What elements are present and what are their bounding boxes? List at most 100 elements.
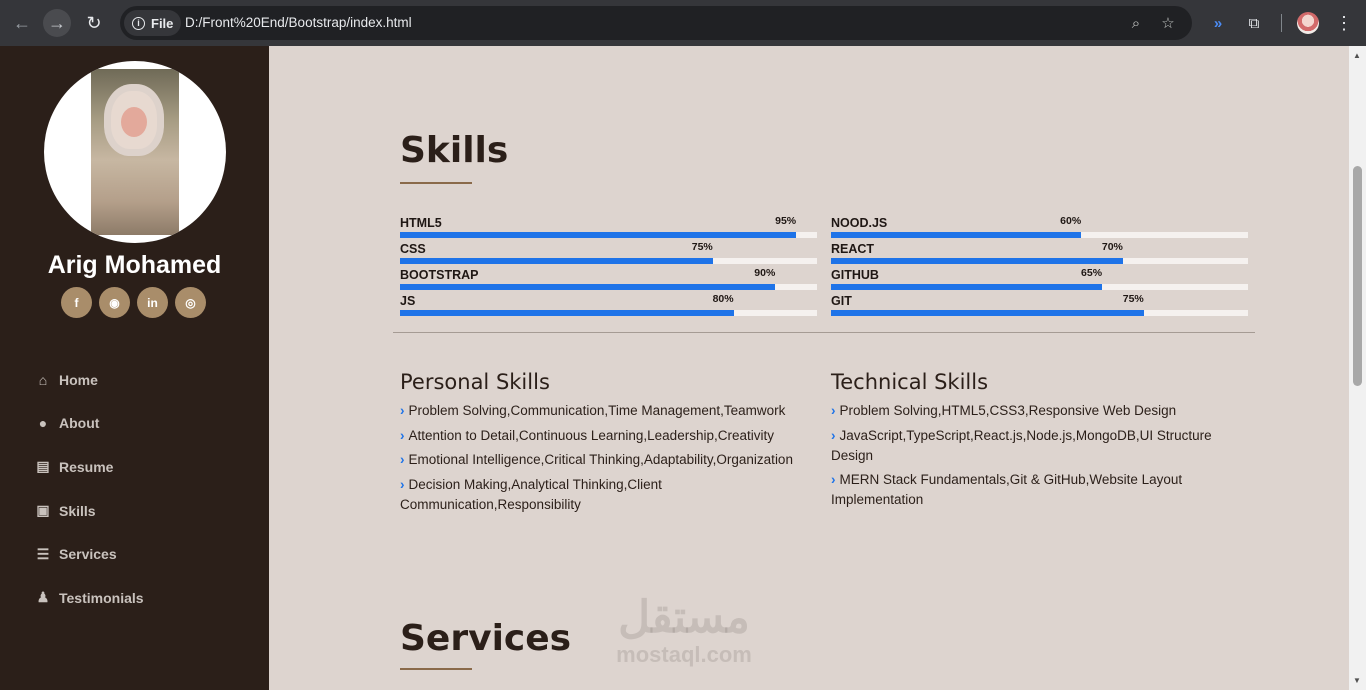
progress-fill (400, 284, 776, 290)
chevron-right-icon: › (400, 452, 405, 467)
profile-avatar[interactable] (1297, 12, 1319, 34)
browser-menu-icon[interactable]: ⋮ (1333, 12, 1355, 34)
progress-fill (831, 232, 1082, 238)
scroll-down-arrow-icon[interactable]: ▼ (1353, 676, 1361, 685)
skill-bar-label: NOOD.JS (831, 216, 888, 230)
skill-bar-label: HTML5 (400, 216, 442, 230)
skill-bar: JS 80% (400, 293, 817, 319)
skill-bar-percent: 75% (691, 241, 713, 253)
scroll-thumb[interactable] (1353, 166, 1362, 386)
skill-bar-label: BOOTSTRAP (400, 268, 479, 282)
zoom-icon[interactable]: ⌕ (1126, 13, 1146, 33)
skill-bar: CSS 75% (400, 241, 817, 267)
skill-bars-left: HTML5 95% CSS 75% BOOTSTRAP 90% JS 80% (400, 215, 817, 319)
skill-bar: NOOD.JS 60% (831, 215, 1248, 241)
sidebar-item-label: Skills (59, 502, 96, 519)
sidebar-item-label: Testimonials (59, 589, 144, 606)
profile-photo (44, 61, 226, 243)
progress-track (831, 310, 1248, 316)
bookmark-star-icon[interactable]: ☆ (1158, 13, 1178, 33)
skill-bar-label: CSS (400, 242, 426, 256)
extension-icon[interactable]: » (1207, 12, 1229, 34)
skill-bar: HTML5 95% (400, 215, 817, 241)
sidebar-item-label: Services (59, 546, 117, 563)
social-links: f ◉ in ◎ (61, 287, 206, 318)
progress-track (831, 284, 1248, 290)
site-info-label: File (151, 15, 174, 31)
progress-track (400, 284, 817, 290)
file-pdf-icon: ▤ (36, 458, 50, 475)
facebook-icon[interactable]: f (61, 287, 92, 318)
technical-skills: Technical Skills › Problem Solving,HTML5,… (831, 370, 1251, 515)
skills-heading-underline (400, 182, 472, 184)
sidebar: Arig Mohamed f ◉ in ◎ ⌂ Home ● About ▤ Resu… (0, 46, 269, 690)
skill-bar: REACT 70% (831, 241, 1248, 267)
skill-bar-percent: 80% (712, 293, 734, 305)
forward-arrow-icon: → (48, 12, 66, 33)
user-icon: ● (38, 415, 48, 432)
progress-track (831, 258, 1248, 264)
progress-fill (400, 232, 797, 238)
extensions-puzzle-icon[interactable]: ⧉ (1243, 12, 1265, 34)
address-bar[interactable]: i File D:/Front%20End/Bootstrap/index.ht… (120, 6, 1192, 40)
chevron-right-icon: › (400, 403, 405, 418)
skill-bar-percent: 60% (1060, 215, 1082, 227)
profile-name: Arig Mohamed (47, 251, 222, 279)
chevron-right-icon: › (400, 476, 405, 492)
url-text[interactable]: D:/Front%20End/Bootstrap/index.html (185, 15, 412, 30)
browser-toolbar: ← → ↻ i File D:/Front%20End/Bootstrap/in… (0, 0, 1366, 46)
watermark-logo: مستقل mostaql.com (616, 593, 752, 668)
sidebar-nav: ⌂ Home ● About ▤ Resume ▣ Skills ☰ Services ♟… (35, 358, 144, 620)
sidebar-item-about[interactable]: ● About (35, 402, 144, 446)
skill-bar-label: JS (400, 294, 416, 308)
skill-bar-percent: 95% (775, 215, 797, 227)
sidebar-item-resume[interactable]: ▤ Resume (35, 445, 144, 489)
skill-bar: BOOTSTRAP 90% (400, 267, 817, 293)
back-button[interactable]: ← (8, 9, 36, 37)
progress-fill (831, 284, 1103, 290)
list-item: › Problem Solving,Communication,Time Mana… (400, 403, 786, 418)
github-icon[interactable]: ◉ (99, 287, 130, 318)
skill-bar: GITHUB 65% (831, 267, 1248, 293)
scroll-up-arrow-icon[interactable]: ▲ (1353, 51, 1361, 60)
progress-fill (400, 258, 713, 264)
reload-icon: ↻ (86, 12, 102, 33)
progress-track (831, 232, 1248, 238)
progress-track (400, 232, 817, 238)
personal-skills: Personal Skills › Problem Solving,Communi… (400, 370, 820, 519)
book-icon: ▣ (36, 502, 50, 519)
skill-bar-percent: 75% (1122, 293, 1144, 305)
page-scrollbar[interactable]: ▲ ▼ (1349, 46, 1366, 690)
skill-bar-label: GITHUB (831, 268, 879, 282)
info-icon: i (132, 16, 145, 30)
sidebar-item-home[interactable]: ⌂ Home (35, 358, 144, 402)
sidebar-item-skills[interactable]: ▣ Skills (35, 489, 144, 533)
sidebar-item-label: About (59, 415, 100, 432)
skill-bar-percent: 90% (754, 267, 776, 279)
server-icon: ☰ (36, 545, 50, 562)
services-heading-underline (400, 668, 472, 670)
progress-track (400, 310, 817, 316)
sidebar-item-services[interactable]: ☰ Services (35, 532, 144, 576)
skill-bar-label: REACT (831, 242, 875, 256)
instagram-icon[interactable]: ◎ (175, 287, 206, 318)
skill-bar: GIT 75% (831, 293, 1248, 319)
linkedin-icon[interactable]: in (137, 287, 168, 318)
list-item: › Attention to Detail,Continuous Learning… (400, 427, 774, 443)
section-divider (393, 332, 1255, 333)
progress-fill (831, 310, 1144, 316)
list-item: › Decision Making,Analytical Thinking,Cli… (400, 476, 662, 512)
progress-fill (400, 310, 734, 316)
services-heading: Services (400, 618, 572, 659)
technical-skills-heading: Technical Skills (831, 370, 989, 394)
skill-bars-right: NOOD.JS 60% REACT 70% GITHUB 65% GIT 75% (831, 215, 1248, 319)
list-item: › MERN Stack Fundamentals,Git & GitHub,We… (831, 472, 1183, 507)
chevron-right-icon: › (831, 427, 836, 443)
personal-skills-heading: Personal Skills (400, 370, 550, 394)
skills-heading: Skills (400, 130, 509, 171)
home-icon: ⌂ (38, 371, 48, 388)
sidebar-item-testimonials[interactable]: ♟ Testimonials (35, 576, 144, 620)
site-info-chip[interactable]: i File (124, 10, 182, 36)
forward-button[interactable]: → (43, 9, 71, 37)
reload-button[interactable]: ↻ (80, 9, 108, 37)
